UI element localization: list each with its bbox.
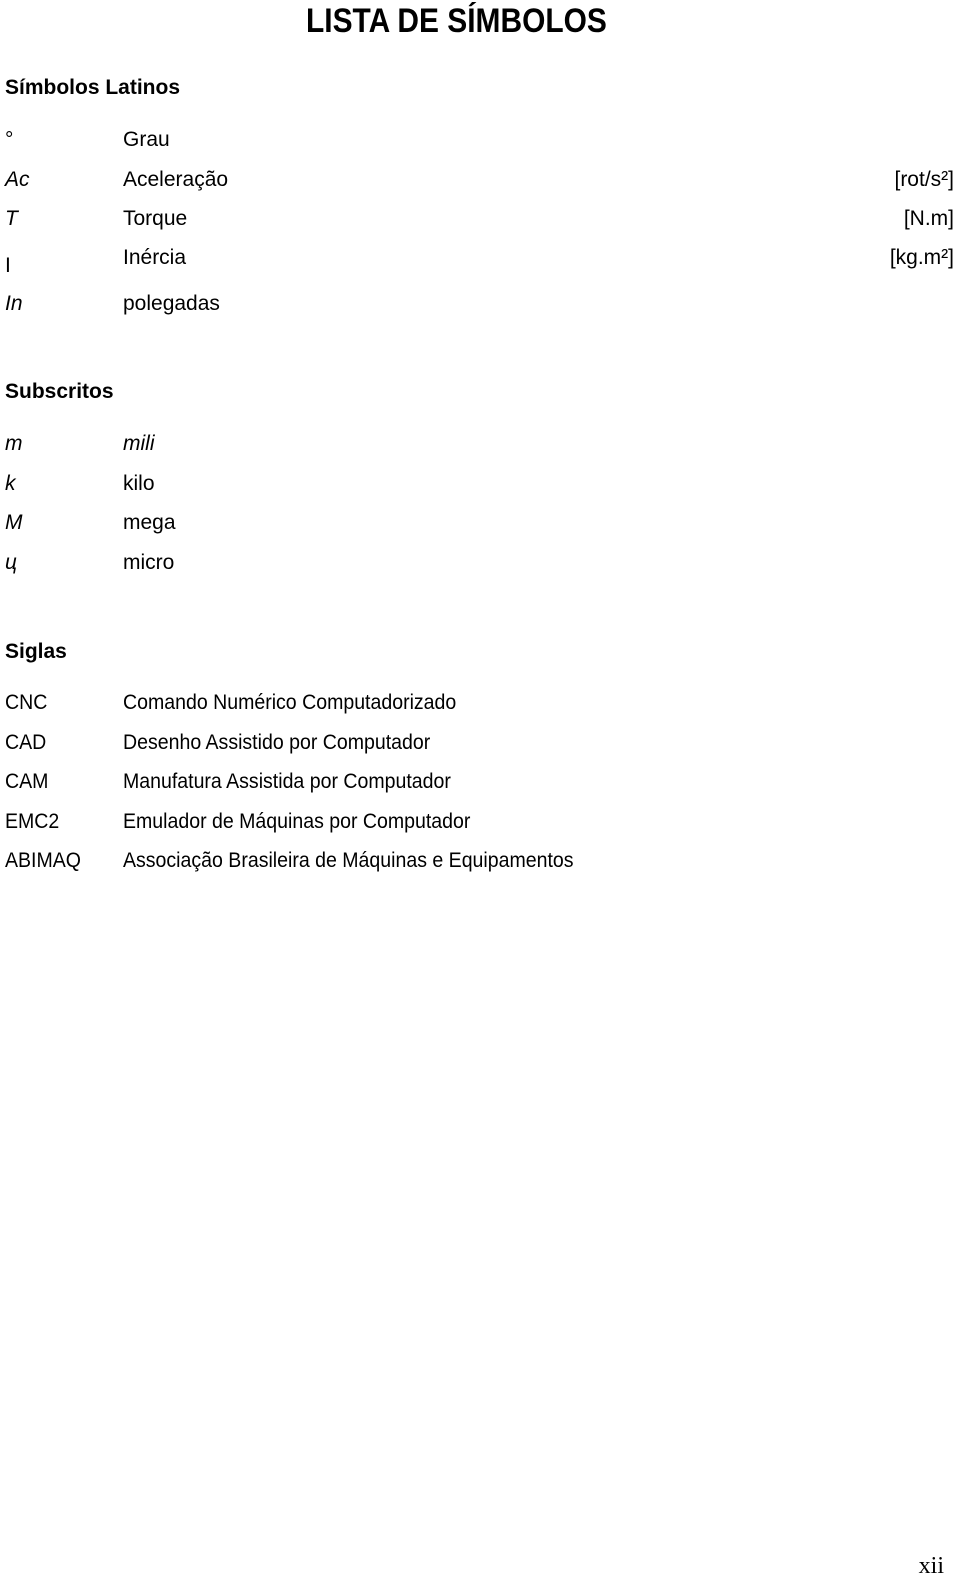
symbol: In bbox=[5, 292, 23, 315]
symbol-row: Ac Aceleração [rot/s²] bbox=[0, 168, 960, 196]
acronym-description: Emulador de Máquinas por Computador bbox=[123, 810, 471, 833]
subscript-description: kilo bbox=[123, 472, 155, 495]
symbol: ° bbox=[5, 128, 14, 151]
subscript-symbol: m bbox=[5, 432, 23, 455]
symbol-description: Inércia bbox=[123, 246, 187, 269]
symbol-row: T Torque [N.m] bbox=[0, 207, 960, 235]
subscript-row: m mili bbox=[0, 432, 960, 460]
subscript-symbol: k bbox=[5, 472, 16, 495]
acronym-description: Desenho Assistido por Computador bbox=[123, 731, 431, 754]
symbol-unit: [rot/s²] bbox=[894, 168, 954, 191]
page-number: xii bbox=[918, 1553, 944, 1579]
section-heading-latin: Símbolos Latinos bbox=[5, 76, 181, 99]
subscript-description: mili bbox=[123, 432, 155, 455]
acronym: EMC2 bbox=[5, 810, 60, 833]
subscript-row: M mega bbox=[0, 511, 960, 539]
page-title-text: LISTA DE SÍMBOLOS bbox=[306, 2, 607, 40]
section-heading-subscripts: Subscritos bbox=[5, 380, 114, 403]
acronym: CAM bbox=[5, 770, 49, 793]
acronym-description: Associação Brasileira de Máquinas e Equi… bbox=[123, 849, 574, 872]
acronym-row: CNC Comando Numérico Computadorizado bbox=[0, 691, 960, 719]
symbol: I bbox=[5, 254, 11, 277]
symbol-unit: [N.m] bbox=[903, 207, 954, 230]
acronym-row: EMC2 Emulador de Máquinas por Computador bbox=[0, 810, 960, 838]
subscript-description: micro bbox=[123, 551, 175, 574]
symbol-row: ° Grau bbox=[0, 128, 960, 156]
acronym-row: CAM Manufatura Assistida por Computador bbox=[0, 770, 960, 798]
symbol-description: Grau bbox=[123, 128, 170, 151]
acronym: CNC bbox=[5, 691, 48, 714]
acronym-description: Manufatura Assistida por Computador bbox=[123, 770, 451, 793]
acronym-description: Comando Numérico Computadorizado bbox=[123, 691, 457, 714]
acronym-row: CAD Desenho Assistido por Computador bbox=[0, 731, 960, 759]
acronym-row: ABIMAQ Associação Brasileira de Máquinas… bbox=[0, 849, 960, 877]
subscript-symbol: M bbox=[5, 511, 23, 534]
subscript-symbol: ц bbox=[5, 551, 18, 574]
subscript-row: ц micro bbox=[0, 551, 960, 579]
symbol: T bbox=[5, 207, 18, 230]
acronym: CAD bbox=[5, 731, 47, 754]
acronym: ABIMAQ bbox=[5, 849, 81, 872]
section-heading-acronyms: Siglas bbox=[5, 640, 67, 663]
subscript-row: k kilo bbox=[0, 472, 960, 500]
symbol-description: polegadas bbox=[123, 292, 220, 315]
symbol-unit: [kg.m²] bbox=[889, 246, 954, 269]
subscript-description: mega bbox=[123, 511, 176, 534]
symbol: Ac bbox=[5, 168, 30, 191]
symbol-description: Aceleração bbox=[123, 168, 229, 191]
symbol-description: Torque bbox=[123, 207, 188, 230]
symbol-row: In polegadas bbox=[0, 292, 960, 320]
symbol-row: I Inércia [kg.m²] bbox=[0, 246, 960, 277]
